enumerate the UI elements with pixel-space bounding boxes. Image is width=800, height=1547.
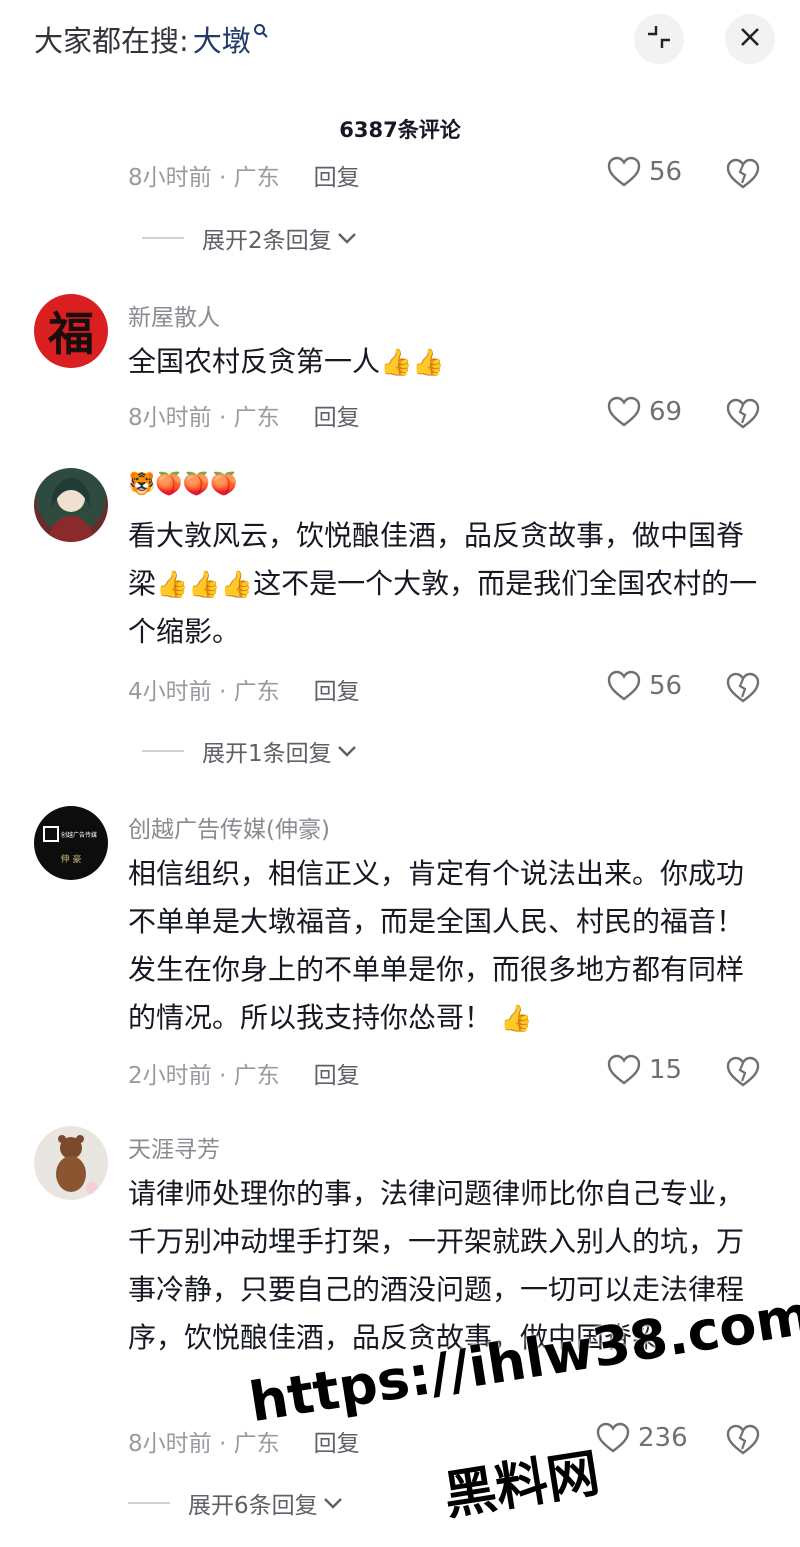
like-button[interactable]: 15	[607, 1054, 682, 1086]
time-location: 4小时前 · 广东	[128, 679, 280, 705]
chevron-down-icon	[323, 1498, 342, 1509]
broken-heart-icon	[726, 398, 760, 429]
watermark-site-name: 黑料网	[440, 1443, 604, 1528]
broken-heart-icon	[726, 1056, 760, 1087]
collapse-icon	[645, 23, 673, 55]
like-button[interactable]: 56	[607, 670, 682, 702]
avatar[interactable]	[34, 468, 108, 542]
search-suggestion[interactable]: 大家都在搜: 大墩	[34, 18, 269, 60]
avatar-name-text: 伸 豪	[60, 855, 82, 865]
reply-button[interactable]: 回复	[314, 1056, 360, 1090]
avatar-brand-text: 创越广告传媒	[61, 831, 98, 839]
dislike-button[interactable]	[726, 1056, 760, 1092]
like-button[interactable]: 56	[607, 156, 682, 188]
like-count: 56	[649, 671, 683, 701]
search-icon	[253, 23, 269, 44]
thumbs-up-icon: 👍	[500, 1004, 533, 1034]
time-location: 8小时前 · 广东	[128, 165, 280, 191]
comment-count-title: 6387条评论	[339, 118, 461, 142]
reply-button[interactable]: 回复	[314, 1424, 360, 1458]
heart-outline-icon	[607, 156, 641, 187]
dislike-button[interactable]	[726, 672, 760, 708]
comment-meta: 8小时前 · 广东 回复	[128, 398, 360, 432]
avatar[interactable]: 创越广告传媒 伸 豪	[34, 806, 108, 880]
brand-logo-icon	[43, 826, 59, 842]
comment-meta: 4小时前 · 广东 回复	[128, 672, 360, 706]
reply-button[interactable]: 回复	[314, 398, 360, 432]
close-icon	[739, 26, 761, 52]
time-location: 2小时前 · 广东	[128, 1063, 280, 1089]
dislike-button[interactable]	[726, 1424, 760, 1460]
comment-text: 全国农村反贪第一人👍👍	[128, 345, 445, 378]
time-location: 8小时前 · 广东	[128, 405, 280, 431]
expand-replies[interactable]: 展开6条回复	[128, 1486, 344, 1520]
broken-heart-icon	[726, 1424, 760, 1455]
reply-button[interactable]: 回复	[314, 672, 360, 706]
like-count: 69	[649, 397, 683, 427]
broken-heart-icon	[726, 158, 760, 189]
avatar-illustration	[48, 478, 94, 542]
comment-text: 相信组织，相信正义，肯定有个说法出来。你成功不单单是大墩福音，而是全国人民、村民…	[128, 857, 745, 1034]
chevron-down-icon	[337, 233, 356, 244]
like-count: 236	[638, 1423, 688, 1453]
like-count: 15	[649, 1055, 683, 1085]
avatar[interactable]: 福	[34, 294, 108, 368]
like-button[interactable]: 69	[607, 396, 682, 428]
heart-outline-icon	[607, 396, 641, 427]
like-count: 56	[649, 157, 683, 187]
heart-outline-icon	[607, 670, 641, 701]
like-button[interactable]: 236	[596, 1422, 688, 1454]
heart-outline-icon	[596, 1422, 630, 1453]
username[interactable]: 🐯🍑🍑🍑	[128, 472, 238, 497]
username[interactable]: 天涯寻芳	[128, 1130, 220, 1164]
username[interactable]: 创越广告传媒(伸豪)	[128, 810, 330, 844]
expand-replies-label: 展开6条回复	[188, 1493, 318, 1519]
username[interactable]: 新屋散人	[128, 298, 220, 332]
thumbs-up-icon: 👍	[220, 570, 254, 600]
avatar-teddy-bear	[56, 1135, 98, 1194]
comment-meta: 2小时前 · 广东 回复	[128, 1056, 360, 1090]
close-button[interactable]	[725, 14, 775, 64]
reply-button[interactable]: 回复	[314, 158, 360, 192]
collapse-button[interactable]	[634, 14, 684, 64]
expand-replies-label: 展开1条回复	[202, 741, 332, 767]
comment-text: 看大敦风云，饮悦酿佳酒，品反贪故事，做中国脊梁👍👍👍这不是一个大敦，而是我们全国…	[128, 519, 758, 648]
thumbs-up-icon: 👍	[188, 570, 221, 600]
comment-meta: 8小时前 · 广东 回复	[128, 158, 360, 192]
thumbs-up-icon: 👍	[156, 570, 189, 600]
search-term-link[interactable]: 大墩	[193, 18, 251, 60]
dislike-button[interactable]	[726, 158, 760, 194]
avatar[interactable]	[34, 1126, 108, 1200]
thumbs-up-icon: 👍	[380, 348, 413, 378]
dislike-button[interactable]	[726, 398, 760, 434]
broken-heart-icon	[726, 672, 760, 703]
comment-meta: 8小时前 · 广东 回复	[128, 1424, 360, 1458]
expand-replies[interactable]: 展开1条回复	[142, 734, 358, 768]
expand-replies-label: 展开2条回复	[202, 228, 332, 254]
chevron-down-icon	[337, 746, 356, 757]
avatar-fu-character: 福	[48, 307, 94, 361]
expand-replies[interactable]: 展开2条回复	[142, 221, 358, 255]
heart-outline-icon	[607, 1054, 641, 1085]
thumbs-up-icon: 👍	[412, 348, 445, 378]
search-hint-label: 大家都在搜:	[34, 24, 189, 58]
